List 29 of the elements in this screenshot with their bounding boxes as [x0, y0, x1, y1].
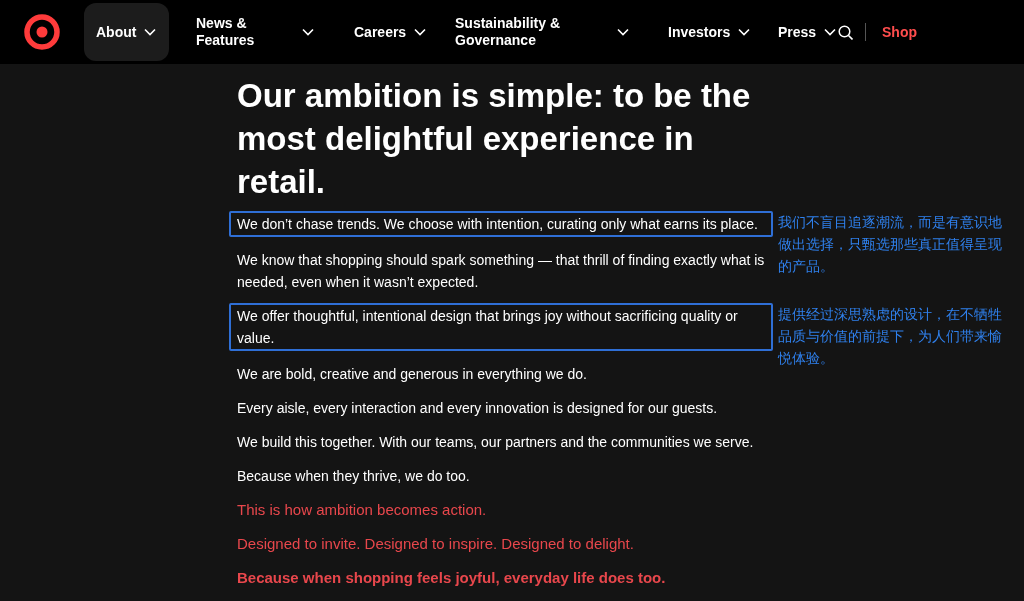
chevron-down-icon: [824, 28, 837, 36]
chevron-down-icon: [414, 28, 427, 36]
paragraph: We are bold, creative and generous in everything we do.: [237, 365, 588, 384]
nav-menu-button[interactable]: Careers: [342, 3, 442, 61]
nav-menu-button[interactable]: Press: [766, 3, 838, 61]
chevron-down-icon: [144, 28, 157, 36]
page-heading: Our ambition is simple: to be the most delightful experience in retail.: [237, 76, 752, 202]
translation-note: 提供经过深思熟虑的设计，在不牺牲品质与价值的前提下，为人们带来愉悦体验。: [778, 305, 1003, 368]
chevron-down-icon: [738, 28, 751, 36]
nav-menu-button[interactable]: Sustainability & Governance: [443, 3, 641, 61]
chevron-down-icon: [302, 28, 314, 36]
translation-note: 我们不盲目追逐潮流，而是有意识地做出选择，只甄选那些真正值得呈现的产品。: [778, 213, 1003, 276]
logo-icon: [24, 14, 60, 50]
highlighted-paragraph: We offer thoughtful, intentional design that brings joy without sacrificing quality or value.: [229, 303, 773, 351]
paragraph: We know that shopping should spark something — that thrill of finding exactly what is needed, even when it wasn’t expected.: [237, 251, 765, 292]
paragraph: Designed to invite. Designed to inspire. Designed to delight.: [237, 534, 635, 554]
paragraph: Every aisle, every interaction and every innovation is designed for our guests.: [237, 399, 719, 418]
paragraph: We build this together. With our teams, our partners and the communities we serve.: [237, 433, 755, 452]
paragraph: This is how ambition becomes action.: [237, 500, 488, 520]
nav-menu-button[interactable]: About: [84, 3, 169, 61]
highlighted-paragraph: We don’t chase trends. We choose with intention, curating only what earns its place.: [229, 211, 773, 237]
search-icon: [838, 24, 853, 40]
paragraph: Because when they thrive, we do too.: [237, 467, 471, 486]
shop-link[interactable]: Shop: [882, 21, 917, 43]
search-button[interactable]: [838, 24, 853, 40]
nav-menu-button[interactable]: Investors: [656, 3, 766, 61]
paragraph: Because when shopping feels joyful, everyday life does too.: [237, 568, 667, 588]
nav-menu-button[interactable]: News & Features: [184, 3, 326, 61]
chevron-down-icon: [617, 28, 629, 36]
